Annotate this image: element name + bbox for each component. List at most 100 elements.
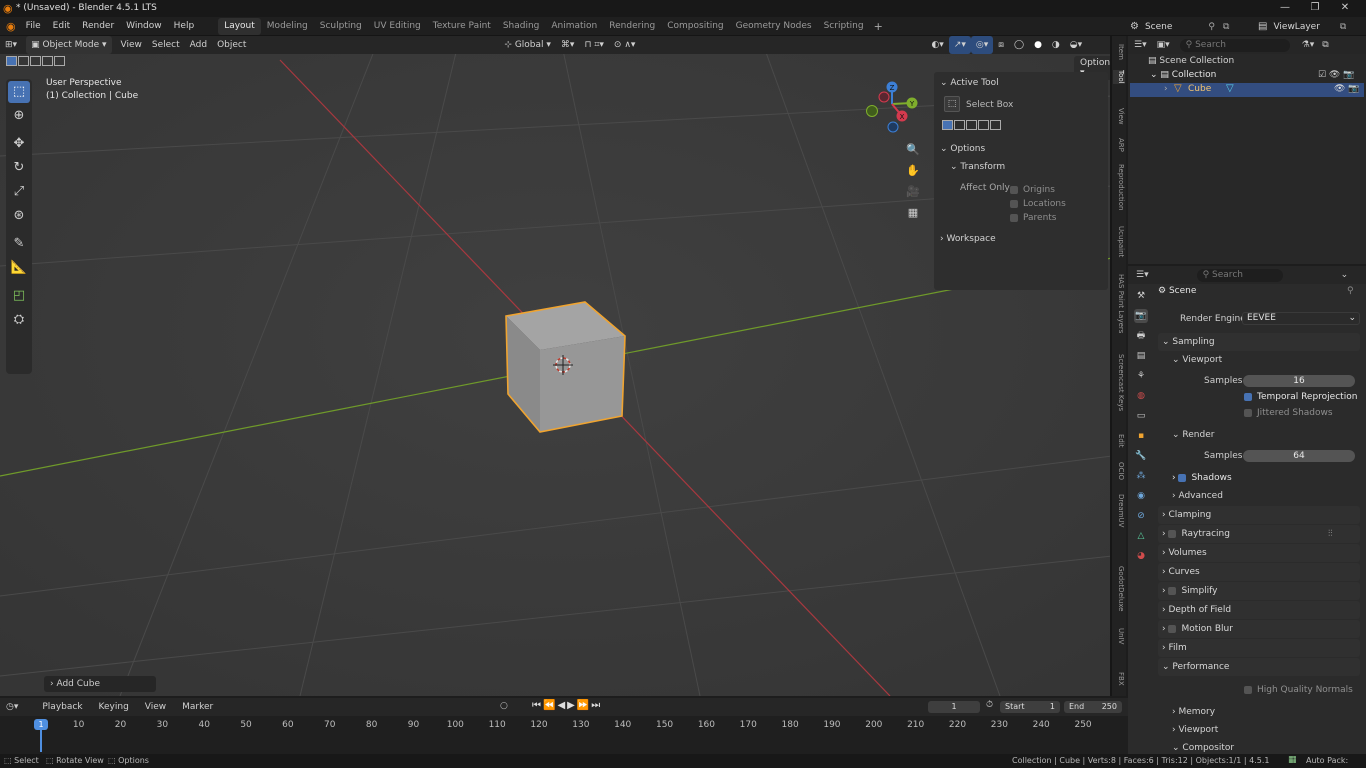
extensions-icon[interactable]: ▦ [1288, 755, 1297, 765]
minimize-icon[interactable]: — [1278, 2, 1292, 14]
pan-hand-icon[interactable]: ✋ [904, 160, 922, 181]
rotate-tool-icon[interactable]: ↻ [8, 157, 30, 179]
timeline-menu-view[interactable]: View [137, 698, 174, 716]
blender-menu-icon[interactable]: ◉ [0, 20, 20, 33]
data-tab-icon[interactable]: △ [1134, 529, 1148, 543]
annotate-tool-icon[interactable]: ✎ [8, 233, 30, 255]
simplify-panel[interactable]: › Simplify [1158, 582, 1360, 600]
tab-compositing[interactable]: Compositing [661, 18, 729, 35]
tab-modeling[interactable]: Modeling [261, 18, 314, 35]
menu-render[interactable]: Render [76, 17, 120, 36]
end-frame-field[interactable]: End 250 [1064, 701, 1122, 713]
tab-shading[interactable]: Shading [497, 18, 546, 35]
object-mode-dropdown[interactable]: ▣ Object Mode ▾ [26, 36, 112, 54]
material-tab-icon[interactable]: ◕ [1134, 549, 1148, 563]
start-frame-field[interactable]: Start 1 [1000, 701, 1060, 713]
playback-controls[interactable]: ⏮⏪◀▶⏩⏭ [532, 700, 602, 711]
timeline-editor[interactable]: ◷▾ Playback Keying View Marker ○ ⏮⏪◀▶⏩⏭ 1 ⏱… [0, 698, 1128, 754]
output-tab-icon[interactable]: 🖶 [1134, 329, 1148, 343]
move-tool-icon[interactable]: ✥ [8, 133, 30, 155]
workspace-header[interactable]: › Workspace [940, 234, 996, 244]
close-icon[interactable]: ✕ [1338, 2, 1352, 14]
snap-icon[interactable]: ⊓ ⌗▾ [579, 36, 608, 54]
sidebar-tab-view[interactable]: View [1113, 108, 1125, 125]
tab-scripting[interactable]: Scripting [818, 18, 870, 35]
extra-tool-icon[interactable]: ⛭ [8, 309, 30, 331]
sidebar-tab-edit[interactable]: Edit [1113, 434, 1125, 448]
np-select-invert-icon[interactable] [978, 120, 989, 130]
timeline-menu-playback[interactable]: Playback [34, 698, 90, 716]
rendered-shading-icon[interactable]: ◒▾ [1065, 36, 1087, 54]
visibility-icon[interactable]: ◐▾ [926, 36, 948, 54]
properties-options-icon[interactable]: ⌄ [1341, 270, 1349, 280]
transform-header[interactable]: ⌄ Transform [950, 162, 1005, 172]
menu-help[interactable]: Help [168, 17, 201, 36]
viewport-subpanel-header[interactable]: ⌄ Viewport [1172, 355, 1222, 365]
tab-geometry-nodes[interactable]: Geometry Nodes [730, 18, 818, 35]
select-box-icon[interactable]: ⬚ [944, 96, 960, 112]
3d-viewport[interactable]: Y Z X ⊞▾ ▣ Object Mode ▾ View Select Add Ob… [0, 36, 1112, 696]
tab-uv-editing[interactable]: UV Editing [368, 18, 427, 35]
transform-tool-icon[interactable]: ⊛ [8, 205, 30, 227]
zoom-icon[interactable]: 🔍 [904, 139, 922, 160]
sidebar-tab-ucupaint[interactable]: Ucupaint [1113, 226, 1125, 257]
scene-collection-row[interactable]: ▤ Scene Collection [1148, 56, 1234, 66]
menu-file[interactable]: File [20, 17, 47, 36]
sidebar-tab-univ[interactable]: UnIV [1113, 628, 1125, 644]
constraints-tab-icon[interactable]: ⊘ [1134, 509, 1148, 523]
viewport-menu-select[interactable]: Select [147, 36, 185, 54]
pin-properties-icon[interactable]: ⚲ [1347, 286, 1354, 296]
depth-of-field-panel[interactable]: › Depth of Field [1158, 601, 1360, 619]
sidebar-tab-fbx[interactable]: FBX [1113, 672, 1125, 686]
cursor-tool-icon[interactable]: ⊕ [8, 105, 30, 127]
new-collection-icon[interactable]: ⧉ [1322, 40, 1328, 50]
curves-panel[interactable]: › Curves [1158, 563, 1360, 581]
world-tab-icon[interactable]: ◍ [1134, 389, 1148, 403]
sidebar-tab-arp[interactable]: ARP [1113, 138, 1125, 152]
gizmo-toggle-icon[interactable]: ↗▾ [948, 36, 971, 54]
sidebar-tab-item[interactable]: Item [1113, 44, 1125, 60]
tab-animation[interactable]: Animation [545, 18, 603, 35]
cube-row[interactable]: › ▽ Cube ▽ 👁 📷 [1130, 83, 1364, 97]
add-cube-operator-panel[interactable]: › Add Cube [44, 676, 156, 692]
solid-shading-icon[interactable]: ● [1029, 36, 1047, 54]
timeline-menu-marker[interactable]: Marker [174, 698, 221, 716]
view-layer-tab-icon[interactable]: ▤ [1134, 349, 1148, 363]
tab-texture-paint[interactable]: Texture Paint [427, 18, 497, 35]
proportional-edit-icon[interactable]: ⊙ ∧▾ [609, 36, 641, 54]
render-tab-icon[interactable]: 📷 [1134, 309, 1148, 323]
physics-tab-icon[interactable]: ◉ [1134, 489, 1148, 503]
np-select-intersect-icon[interactable] [990, 120, 1001, 130]
render-engine-dropdown[interactable]: EEVEE ⌄ [1242, 312, 1360, 325]
copy-viewlayer-icon[interactable]: ⧉ [1340, 22, 1346, 32]
select-extend-icon[interactable] [18, 56, 29, 66]
advanced-subpanel[interactable]: › Advanced [1172, 491, 1223, 501]
sidebar-tab-godotdeluxe[interactable]: GodotDeluxe [1113, 566, 1125, 612]
active-tool-header[interactable]: ⌄ Active Tool [940, 78, 999, 88]
display-mode-icon[interactable]: ▣▾ [1153, 40, 1174, 50]
outliner-search-input[interactable]: ⚲ Search [1179, 38, 1290, 52]
menu-edit[interactable]: Edit [47, 17, 76, 36]
np-select-extend-icon[interactable] [954, 120, 965, 130]
sidebar-tab-dreamuv[interactable]: DreamUV [1113, 494, 1125, 527]
transform-orientation-dropdown[interactable]: ⊹ Global ▾ [499, 36, 556, 54]
collection-tab-icon[interactable]: ▭ [1134, 409, 1148, 423]
auto-keying-icon[interactable]: ○ [500, 701, 508, 711]
memory-subpanel[interactable]: › Memory [1172, 707, 1215, 717]
viewport-menu-object[interactable]: Object [212, 36, 251, 54]
viewport-samples-field[interactable]: 16 [1243, 375, 1355, 387]
overlay-toggle-icon[interactable]: ◎▾ [970, 36, 994, 54]
shadows-subpanel[interactable]: › Shadows [1172, 473, 1232, 483]
scene-selector[interactable]: ⚙ Scene ⚲ ⧉ [1130, 17, 1229, 36]
viewport-menu-add[interactable]: Add [185, 36, 212, 54]
parents-checkbox[interactable]: Parents [1010, 211, 1066, 225]
performance-panel-header[interactable]: ⌄ Performance [1158, 658, 1360, 676]
timeline-editor-type-icon[interactable]: ◷▾ [0, 702, 24, 712]
material-shading-icon[interactable]: ◑ [1047, 36, 1065, 54]
add-cube-tool-icon[interactable]: ◰ [8, 285, 30, 307]
tool-tab-icon[interactable]: ⚒ [1134, 289, 1148, 303]
pin-scene-icon[interactable]: ⚲ [1208, 22, 1215, 32]
stopwatch-icon[interactable]: ⏱ [986, 700, 993, 710]
add-workspace-icon[interactable]: + [870, 20, 883, 33]
modifier-tab-icon[interactable]: 🔧 [1134, 449, 1148, 463]
